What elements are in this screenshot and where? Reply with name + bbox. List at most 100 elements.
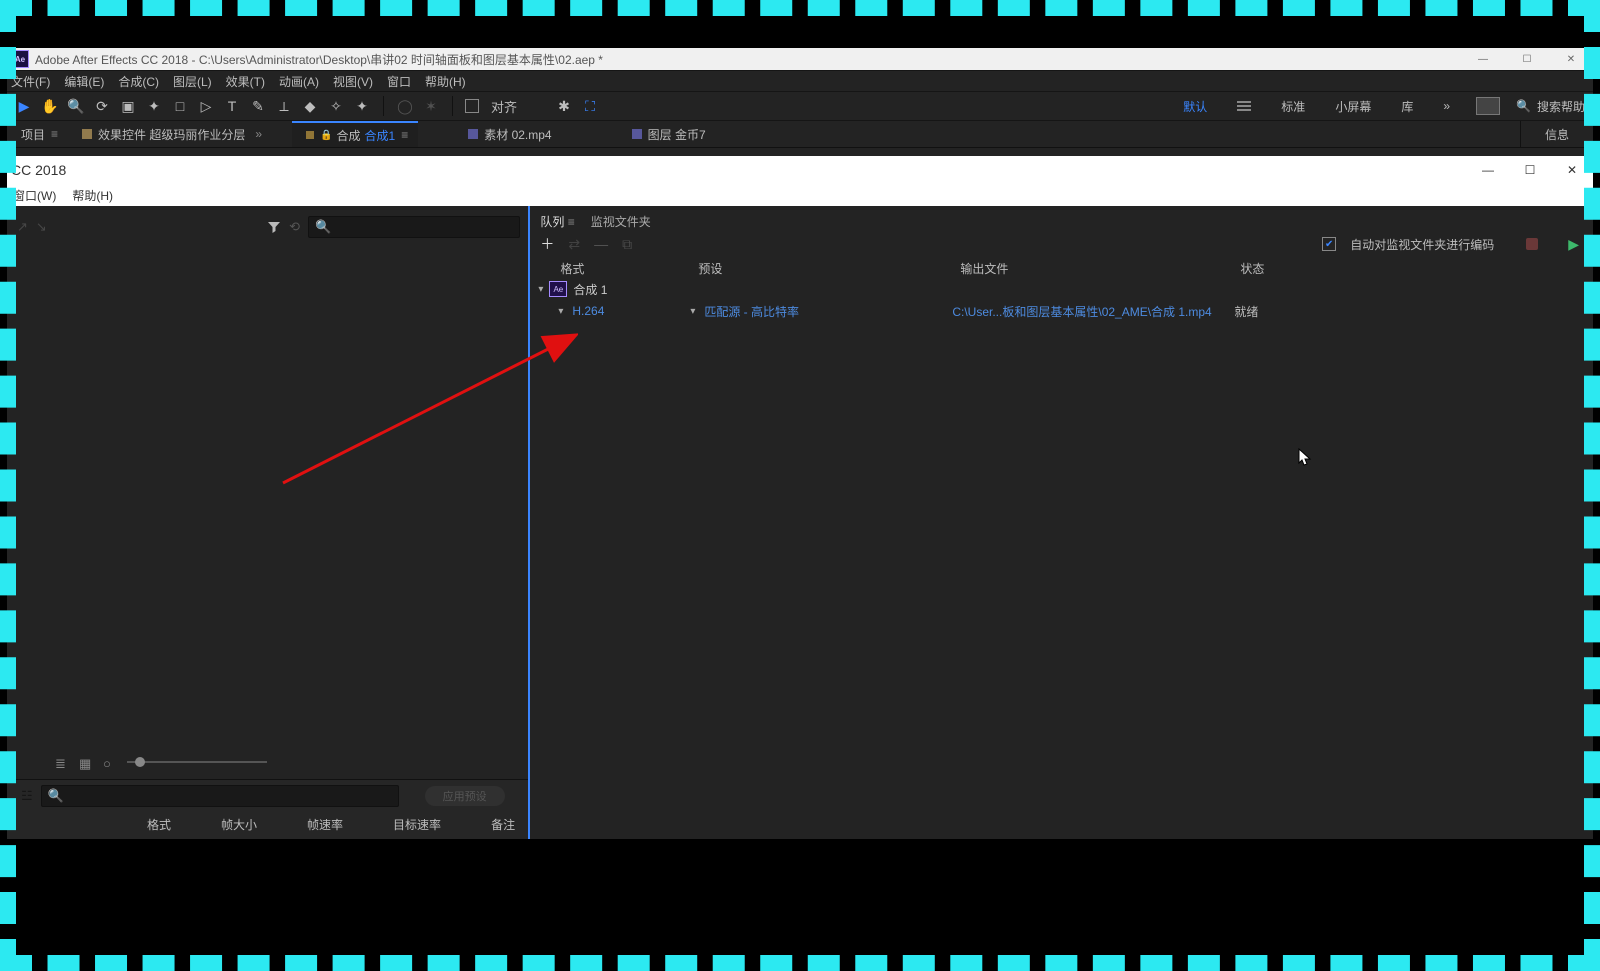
- tab-project[interactable]: 项目: [7, 121, 68, 147]
- workspace-menu-icon[interactable]: [1237, 101, 1251, 111]
- shape-tool-icon[interactable]: □: [171, 97, 189, 115]
- search-help-icon[interactable]: 🔍: [1516, 99, 1531, 113]
- tab-comp-prefix: 合成: [337, 127, 361, 144]
- workspace-default[interactable]: 默认: [1183, 98, 1207, 115]
- queue-toolbar: ＋ ⇄ — ⧉ ✔ 自动对监视文件夹进行编码 ▶: [530, 230, 1593, 258]
- workspace-standard[interactable]: 标准: [1281, 98, 1305, 115]
- remove-item-icon[interactable]: —: [594, 236, 608, 252]
- ame-preset-footer: ☳ 🔍 应用预设 格式 帧大小 帧速率 目标速率 备注: [7, 779, 529, 840]
- preset-dropdown-icon[interactable]: ▾: [690, 306, 704, 317]
- format-dropdown-icon[interactable]: ▾: [558, 306, 572, 317]
- selection-tool-icon[interactable]: ▶: [15, 97, 33, 115]
- brush-tool-icon[interactable]: ✎: [249, 97, 267, 115]
- reset-icon[interactable]: ⟲: [289, 219, 300, 235]
- tab-watch-folder[interactable]: 监视文件夹: [591, 213, 651, 230]
- grid-view-icon[interactable]: ▦: [79, 756, 93, 768]
- auto-encode-checkbox[interactable]: ✔: [1322, 237, 1336, 251]
- ame-menu-window[interactable]: 窗口(W): [13, 187, 56, 204]
- camera-tool-icon[interactable]: ▣: [119, 97, 137, 115]
- menu-effect[interactable]: 效果(T): [226, 73, 265, 90]
- tab-queue[interactable]: 队列: [540, 213, 574, 230]
- hide-ui-toggle-icon[interactable]: [1476, 97, 1500, 115]
- eraser-tool-icon[interactable]: ◆: [301, 97, 319, 115]
- sync-item-icon[interactable]: ⇄: [568, 236, 580, 253]
- puppet-tool-icon[interactable]: ✦: [353, 97, 371, 115]
- add-item-icon[interactable]: ＋: [540, 234, 554, 254]
- workspace-small[interactable]: 小屏幕: [1335, 98, 1371, 115]
- col-targetrate: 目标速率: [393, 816, 441, 833]
- maximize-button[interactable]: ☐: [1505, 48, 1549, 70]
- workspace-more-icon[interactable]: »: [1443, 99, 1450, 113]
- roto-tool-icon[interactable]: ✧: [327, 97, 345, 115]
- thumb-view-icon[interactable]: ○: [103, 756, 117, 768]
- caret-down-icon[interactable]: ▾: [538, 284, 543, 295]
- menu-view[interactable]: 视图(V): [333, 73, 373, 90]
- search-help-label[interactable]: 搜索帮助: [1537, 98, 1585, 115]
- pen-tool-icon[interactable]: ▷: [197, 97, 215, 115]
- ame-titlebar[interactable]: CC 2018 — ☐ ✕: [7, 156, 1593, 184]
- footer-search-input[interactable]: 🔍: [41, 785, 399, 807]
- ame-maximize-button[interactable]: ☐: [1509, 156, 1551, 184]
- arrow-out-icon[interactable]: ↗: [17, 219, 28, 235]
- tab-effect-label: 效果控件 超级玛丽作业分层: [98, 126, 245, 143]
- apply-preset-button[interactable]: 应用预设: [425, 786, 505, 806]
- queue-item-row[interactable]: ▾ H.264 ▾ 匹配源 - 高比特率 C:\User...板和图层基本属性\…: [530, 300, 1593, 322]
- zoom-slider[interactable]: [127, 761, 267, 763]
- snap-extra-icon[interactable]: ✱: [555, 97, 573, 115]
- preset-search-input[interactable]: 🔍: [308, 216, 520, 238]
- close-button[interactable]: ✕: [1549, 48, 1593, 70]
- hand-tool-icon[interactable]: ✋: [41, 97, 59, 115]
- tab-composition[interactable]: 🔒 合成 合成1: [292, 121, 418, 147]
- menu-layer[interactable]: 图层(L): [173, 73, 212, 90]
- ae-titlebar[interactable]: Ae Adobe After Effects CC 2018 - C:\User…: [7, 48, 1593, 70]
- tab-footage[interactable]: 素材 02.mp4: [454, 121, 561, 147]
- search-icon-2: ☳: [21, 788, 33, 804]
- ame-menu-help[interactable]: 帮助(H): [72, 187, 113, 204]
- stop-queue-icon[interactable]: [1526, 238, 1538, 250]
- orbit-tool-icon[interactable]: ⟳: [93, 97, 111, 115]
- workspace-switcher: 默认 标准 小屏幕 库 »: [1183, 98, 1450, 115]
- filter-icon[interactable]: [267, 220, 281, 234]
- col-framerate: 帧速率: [307, 816, 343, 833]
- queue-group-row[interactable]: ▾ Ae 合成 1: [530, 278, 1593, 300]
- menu-animation[interactable]: 动画(A): [279, 73, 319, 90]
- ame-queue-tabs: 队列 监视文件夹: [530, 206, 1593, 230]
- queue-item-output[interactable]: C:\User...板和图层基本属性\02_AME\合成 1.mp4: [952, 303, 1234, 320]
- minimize-button[interactable]: —: [1461, 48, 1505, 70]
- ame-minimize-button[interactable]: —: [1467, 156, 1509, 184]
- queue-item-preset[interactable]: 匹配源 - 高比特率: [704, 303, 952, 320]
- list-view-icon[interactable]: ≣: [55, 756, 69, 768]
- duplicate-item-icon[interactable]: ⧉: [622, 236, 632, 253]
- snap-extra2-icon[interactable]: ⛶: [581, 97, 599, 115]
- clone-tool-icon[interactable]: ⟂: [275, 97, 293, 115]
- snap-checkbox[interactable]: [465, 99, 479, 113]
- col-framesize: 帧大小: [221, 816, 257, 833]
- tab-layer[interactable]: 图层 金币7: [618, 121, 716, 147]
- tab-effect-controls[interactable]: 效果控件 超级玛丽作业分层 »: [68, 121, 272, 147]
- footage-marker-icon: [468, 129, 478, 139]
- tab-info-label: 信息: [1545, 126, 1569, 143]
- disabled-tool2-icon: ✶: [422, 97, 440, 115]
- tab-layer-label: 图层 金币7: [648, 126, 706, 143]
- queue-item-status: 就绪: [1234, 303, 1258, 320]
- col-status: 状态: [1240, 260, 1360, 277]
- pan-behind-tool-icon[interactable]: ✦: [145, 97, 163, 115]
- ame-window-title: CC 2018: [11, 162, 66, 178]
- snap-label: 对齐: [491, 97, 517, 116]
- col-output: 输出文件: [960, 260, 1240, 277]
- workspace-library[interactable]: 库: [1401, 98, 1413, 115]
- ae-panel-tabs: 项目 效果控件 超级玛丽作业分层 » 🔒 合成 合成1 素材 02.mp4 图层…: [7, 121, 1593, 148]
- tab-info[interactable]: 信息: [1520, 121, 1593, 147]
- menu-window[interactable]: 窗口: [387, 73, 411, 90]
- menu-edit[interactable]: 编辑(E): [64, 73, 104, 90]
- menu-file[interactable]: 文件(F): [11, 73, 50, 90]
- menu-composition[interactable]: 合成(C): [118, 73, 159, 90]
- menu-help[interactable]: 帮助(H): [425, 73, 466, 90]
- comp-color-icon: [82, 129, 92, 139]
- start-queue-icon[interactable]: ▶: [1568, 236, 1579, 253]
- arrow-in-icon[interactable]: ↘: [36, 219, 47, 235]
- zoom-tool-icon[interactable]: 🔍: [67, 97, 85, 115]
- ame-close-button[interactable]: ✕: [1551, 156, 1593, 184]
- queue-item-format[interactable]: H.264: [572, 304, 690, 318]
- text-tool-icon[interactable]: T: [223, 97, 241, 115]
